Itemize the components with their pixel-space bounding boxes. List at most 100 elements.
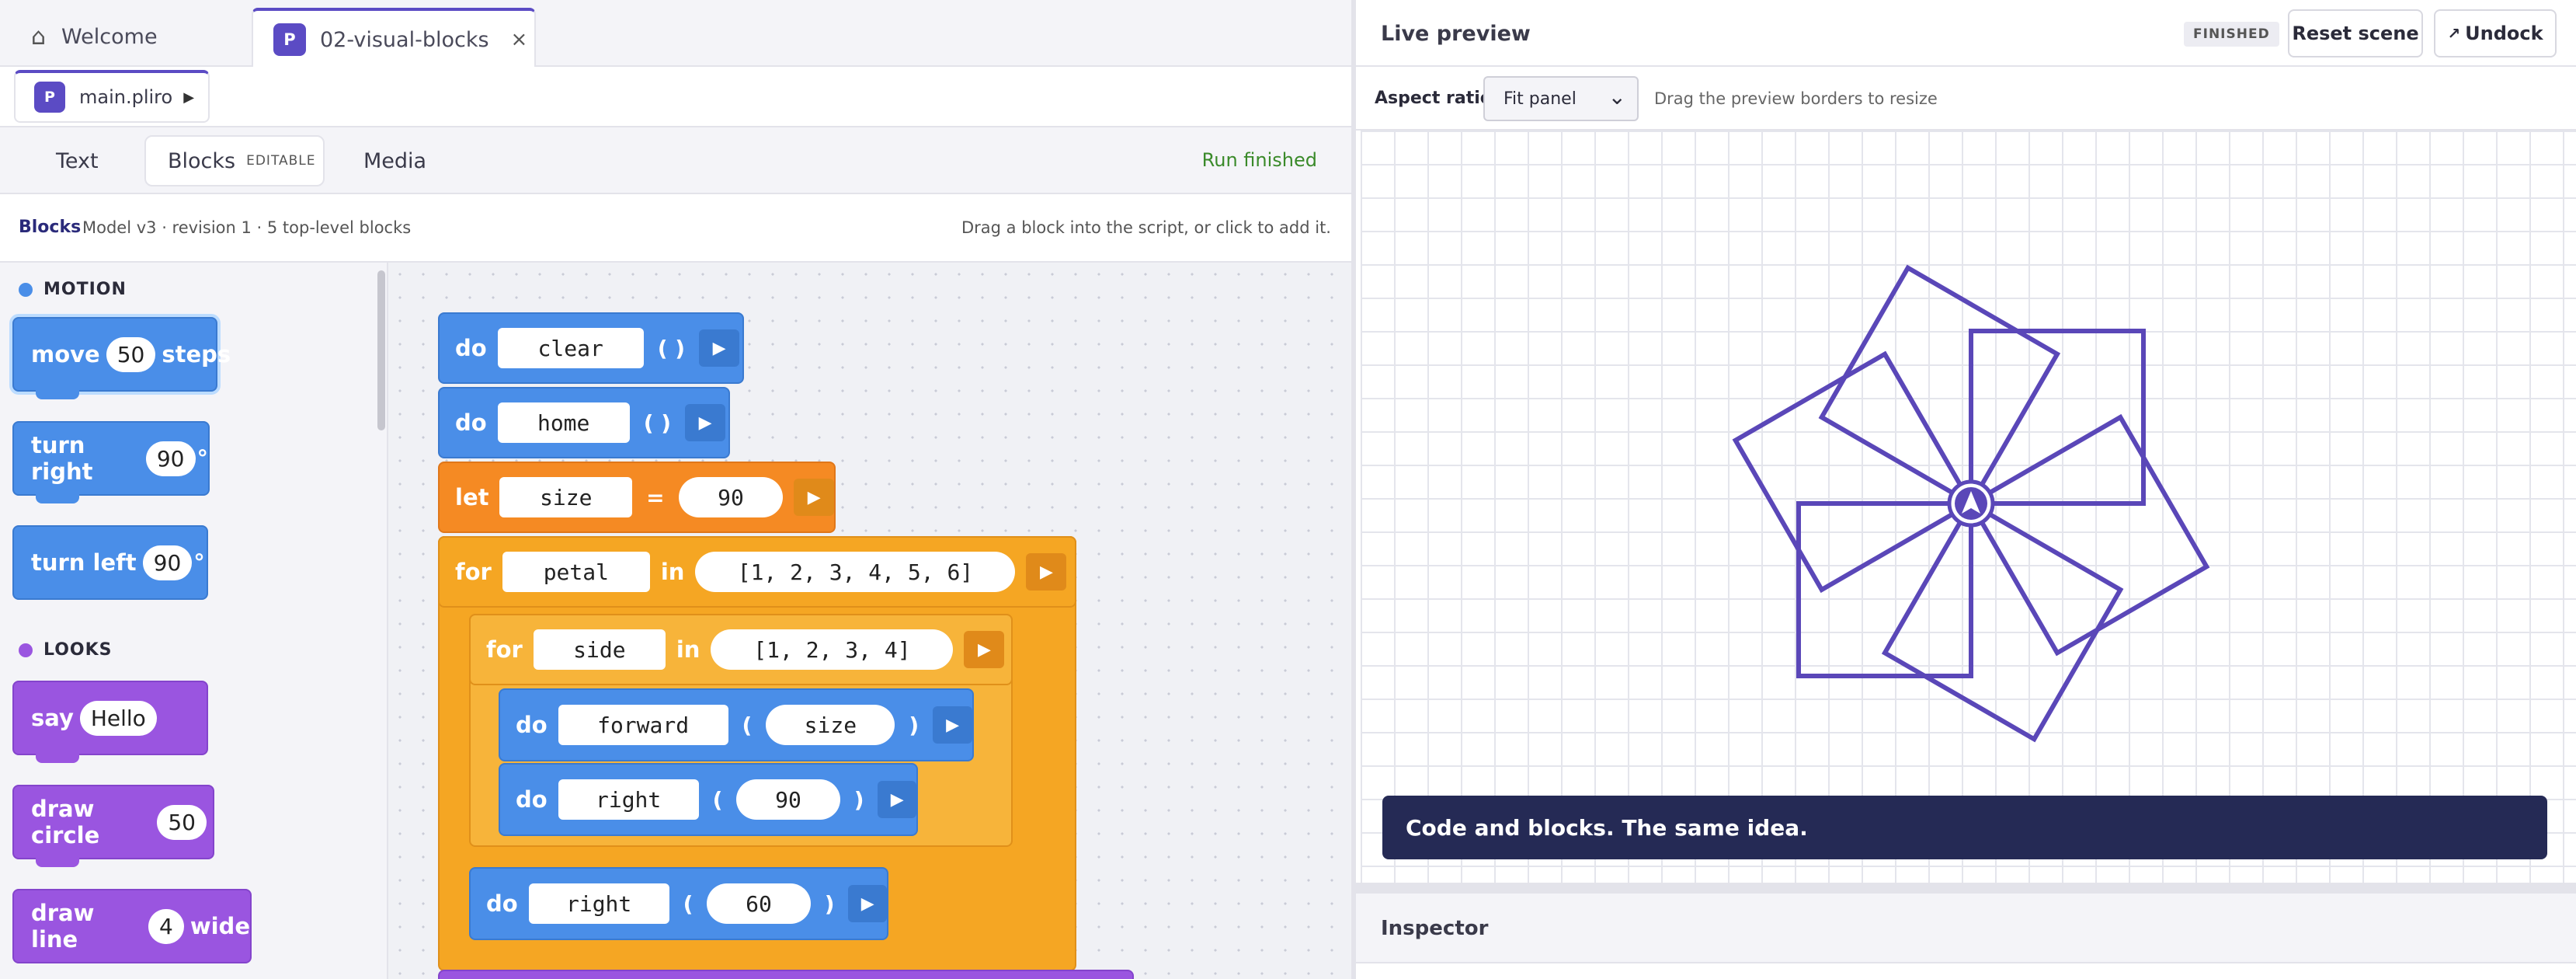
palette-draw-line-block[interactable]: draw line 4 wide <box>12 889 252 963</box>
motion-dot-icon <box>19 282 33 297</box>
turn-left-degrees-input[interactable]: 90 <box>142 545 193 580</box>
reset-scene-button[interactable]: Reset scene <box>2288 9 2423 57</box>
run-block-icon[interactable]: ▶ <box>878 781 916 818</box>
preview-title: Live preview <box>1381 22 1531 46</box>
petal-square <box>1881 501 2124 743</box>
close-icon[interactable]: × <box>511 28 528 51</box>
block-notch <box>36 494 79 503</box>
model-meta: Model v3 · revision 1 · 5 top-level bloc… <box>82 218 412 237</box>
project-badge: P <box>273 23 306 56</box>
paren: ) <box>853 786 864 813</box>
block-text: say <box>31 705 74 731</box>
function-name-input[interactable]: right <box>558 779 699 820</box>
run-block-icon[interactable]: ▶ <box>1026 553 1067 591</box>
block-text: move <box>31 341 100 368</box>
move-steps-input[interactable]: 50 <box>106 336 156 372</box>
chevron-down-icon: ⌄ <box>1608 84 1626 110</box>
script-workspace[interactable]: do clear ( ) ▶ do home ( ) ▶ let size = … <box>388 263 1351 979</box>
line-width-input[interactable]: 4 <box>148 908 184 944</box>
palette-say-block[interactable]: say Hello <box>12 681 208 763</box>
paren: ( <box>712 786 723 813</box>
editable-tag: EDITABLE <box>246 153 316 169</box>
category-looks: LOOKS <box>19 640 113 660</box>
list-input[interactable]: [1, 2, 3, 4] <box>711 629 954 670</box>
palette-scrollbar[interactable] <box>377 270 385 430</box>
argument-input[interactable]: 90 <box>736 779 840 820</box>
circle-radius-input[interactable]: 50 <box>157 804 207 840</box>
category-motion: MOTION <box>19 280 127 299</box>
variable-name-input[interactable]: size <box>499 477 633 517</box>
run-block-icon[interactable]: ▶ <box>794 479 835 516</box>
preview-canvas[interactable] <box>1361 131 2576 883</box>
keyword: in <box>676 636 700 663</box>
block-text: turn left <box>31 549 137 576</box>
keyword: for <box>486 636 523 663</box>
looks-dot-icon <box>19 643 33 657</box>
preview-resize-handle[interactable] <box>1356 883 2576 894</box>
app-window: ⌂ Welcome P 02-visual-blocks × P main.pl… <box>0 0 2576 979</box>
run-block-icon[interactable]: ▶ <box>848 885 887 922</box>
palette-turn-left-block[interactable]: turn left 90 ° <box>12 525 208 600</box>
aspect-ratio-select[interactable]: Fit panel ⌄ <box>1483 76 1639 121</box>
tab-welcome[interactable]: ⌂ Welcome <box>31 6 158 67</box>
palette-move-block[interactable]: move 50 steps <box>12 317 231 399</box>
turn-right-degrees-input[interactable]: 90 <box>145 441 196 476</box>
file-tab-main[interactable]: P main.pliro ▶ <box>14 70 210 123</box>
looks-block-partial[interactable] <box>438 970 1134 979</box>
argument-input[interactable]: size <box>766 705 895 745</box>
value-input[interactable]: 90 <box>678 477 784 517</box>
for-petal-block[interactable]: for petal in [1, 2, 3, 4, 5, 6] ▶ <box>438 536 1076 608</box>
aspect-value: Fit panel <box>1504 89 1577 109</box>
do-right-90-block[interactable]: do right ( 90 ) ▶ <box>499 763 918 836</box>
mode-blocks-tab[interactable]: Blocks EDITABLE <box>144 135 325 186</box>
say-text-input[interactable]: Hello <box>79 700 157 736</box>
drag-hint: Drag a block into the script, or click t… <box>961 218 1331 237</box>
run-block-icon[interactable]: ▶ <box>964 631 1005 668</box>
block-notch <box>36 858 79 867</box>
do-forward-block[interactable]: do forward ( size ) ▶ <box>499 688 974 761</box>
home-icon: ⌂ <box>31 23 47 51</box>
undock-button[interactable]: ↗ Undock <box>2434 9 2557 57</box>
do-home-block[interactable]: do home ( ) ▶ <box>438 387 730 458</box>
argument-input[interactable]: 60 <box>707 883 811 924</box>
palette-turn-right-block[interactable]: turn right 90 ° <box>12 421 210 503</box>
block-text: ° <box>196 445 209 472</box>
args: ( ) <box>643 409 672 436</box>
status-badge: FINISHED <box>2184 22 2279 47</box>
mode-text-tab[interactable]: Text <box>56 135 99 186</box>
for-side-block[interactable]: for side in [1, 2, 3, 4] ▶ <box>469 614 1013 685</box>
function-name-input[interactable]: right <box>528 883 669 924</box>
function-name-input[interactable]: forward <box>558 705 728 745</box>
mode-media-tab[interactable]: Media <box>363 135 426 186</box>
editor-pane: ⌂ Welcome P 02-visual-blocks × P main.pl… <box>0 0 1351 979</box>
run-block-icon[interactable]: ▶ <box>933 706 972 744</box>
run-block-icon[interactable]: ▶ <box>685 404 726 441</box>
args: ( ) <box>657 335 686 361</box>
let-size-block[interactable]: let size = 90 ▶ <box>438 462 836 533</box>
function-name-input[interactable]: home <box>497 402 630 443</box>
keyword: do <box>516 786 548 813</box>
aspect-bar: Aspect ratio Fit panel ⌄ Drag the previe… <box>1356 67 2576 131</box>
run-block-icon[interactable]: ▶ <box>699 329 740 367</box>
resize-hint: Drag the preview borders to resize <box>1654 89 1938 108</box>
block-text: ° <box>193 549 205 576</box>
play-icon[interactable]: ▶ <box>183 89 194 106</box>
tab-02-visual-blocks[interactable]: P 02-visual-blocks × <box>252 8 536 68</box>
do-clear-block[interactable]: do clear ( ) ▶ <box>438 312 744 384</box>
list-input[interactable]: [1, 2, 3, 4, 5, 6] <box>695 552 1016 592</box>
function-name-input[interactable]: clear <box>497 328 644 368</box>
do-right-60-block[interactable]: do right ( 60 ) ▶ <box>469 867 888 940</box>
toast-message: Code and blocks. The same idea. <box>1382 796 2547 859</box>
paren: ) <box>824 890 835 917</box>
loop-variable-input[interactable]: side <box>533 629 666 670</box>
tab-label: 02-visual-blocks <box>320 27 489 52</box>
block-notch <box>36 390 79 399</box>
block-text: wide <box>189 913 250 939</box>
keyword: in <box>660 559 685 585</box>
loop-variable-input[interactable]: petal <box>502 552 650 592</box>
block-text: draw line <box>31 900 95 953</box>
preview-pane: Live preview FINISHED Reset scene ↗ Undo… <box>1356 0 2576 979</box>
file-bar: P main.pliro ▶ <box>0 67 1351 127</box>
category-looks-label: LOOKS <box>43 640 113 660</box>
palette-draw-circle-block[interactable]: draw circle 50 <box>12 785 214 867</box>
